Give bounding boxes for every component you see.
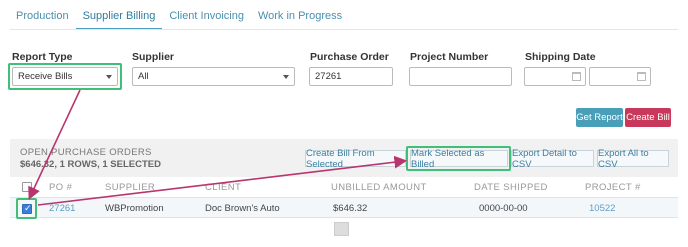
row-project-link[interactable]: 10522 xyxy=(589,203,615,214)
tab-client-invoicing[interactable]: Client Invoicing xyxy=(162,10,251,30)
tab-production[interactable]: Production xyxy=(10,10,76,30)
create-bill-button[interactable]: Create Bill xyxy=(625,108,671,127)
get-report-button[interactable]: Get Report xyxy=(576,108,623,127)
supplier-select[interactable]: All xyxy=(132,67,295,86)
column-header-date-shipped[interactable]: DATE SHIPPED xyxy=(474,182,548,193)
tab-supplier-billing[interactable]: Supplier Billing xyxy=(75,10,163,30)
purchase-order-label: Purchase Order xyxy=(310,51,389,63)
row-unbilled-amount: $646.32 xyxy=(333,203,368,214)
column-header-po[interactable]: PO # xyxy=(49,182,72,193)
column-header-project[interactable]: PROJECT # xyxy=(585,182,641,193)
project-number-label: Project Number xyxy=(410,51,489,63)
open-orders-title: OPEN PURCHASE ORDERS xyxy=(20,147,152,158)
mark-billed-highlight xyxy=(406,146,511,171)
shipping-date-label: Shipping Date xyxy=(525,51,596,63)
shipping-date-to-input[interactable] xyxy=(589,67,651,86)
calendar-icon[interactable] xyxy=(637,72,646,81)
supplier-label: Supplier xyxy=(132,51,175,63)
row-checkbox-highlight xyxy=(16,198,37,219)
row-client: Doc Brown's Auto xyxy=(205,203,280,214)
calendar-icon[interactable] xyxy=(572,72,581,81)
tab-work-in-progress[interactable]: Work in Progress xyxy=(251,10,349,30)
project-number-input[interactable] xyxy=(409,67,512,86)
row-date-shipped: 0000-00-00 xyxy=(479,203,528,214)
chevron-down-icon xyxy=(283,75,289,79)
report-type-label: Report Type xyxy=(12,51,73,63)
column-header-unbilled-amount[interactable]: UNBILLED AMOUNT xyxy=(331,182,427,193)
export-detail-csv-button[interactable]: Export Detail to CSV xyxy=(511,148,594,170)
row-supplier: WBPromotion xyxy=(105,203,164,214)
report-tabs: Production Supplier Billing Client Invoi… xyxy=(10,10,349,30)
shipping-date-from-input[interactable] xyxy=(524,67,586,86)
supplier-value: All xyxy=(138,71,149,82)
report-type-highlight xyxy=(8,63,122,90)
pagination-button[interactable] xyxy=(334,222,349,236)
column-header-client[interactable]: CLIENT xyxy=(205,182,241,193)
open-orders-summary: $646.32, 1 ROWS, 1 SELECTED xyxy=(20,159,161,170)
tabs-divider xyxy=(10,29,678,30)
export-all-csv-button[interactable]: Export All to CSV xyxy=(597,148,669,170)
purchase-order-input[interactable]: 27261 xyxy=(309,67,393,86)
column-header-supplier[interactable]: SUPPLIER xyxy=(105,182,155,193)
row-po-link[interactable]: 27261 xyxy=(49,203,75,214)
create-bill-from-selected-button[interactable]: Create Bill From Selected xyxy=(305,148,406,170)
purchase-order-value: 27261 xyxy=(315,71,342,82)
select-all-checkbox[interactable] xyxy=(22,182,32,192)
